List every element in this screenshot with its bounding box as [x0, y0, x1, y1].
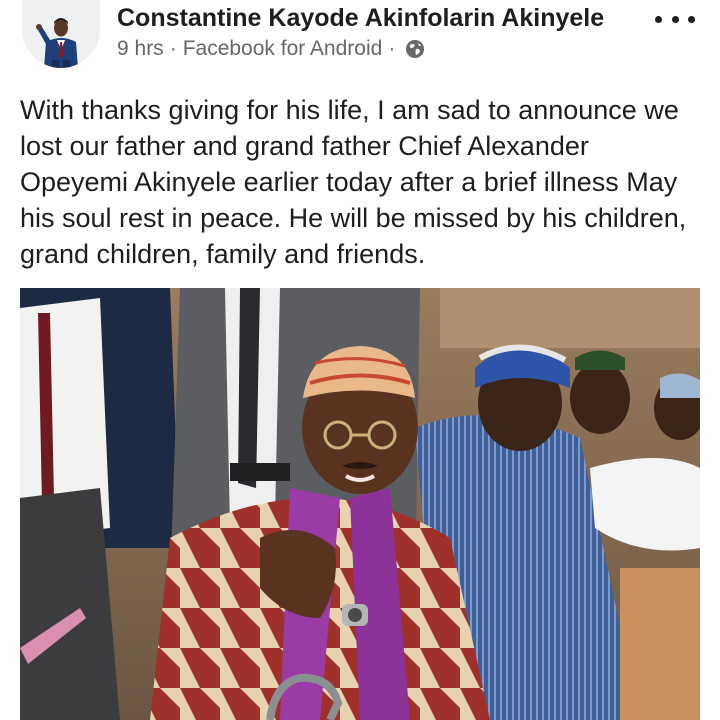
avatar[interactable] — [22, 0, 100, 68]
meta-separator: · — [169, 37, 177, 60]
author-name[interactable]: Constantine Kayode Akinfolarin Akinyele — [117, 4, 604, 33]
more-options-icon[interactable] — [655, 12, 695, 26]
globe-icon[interactable] — [405, 39, 425, 59]
meta-separator: · — [388, 37, 396, 60]
post-body-text: With thanks giving for his life, I am sa… — [20, 95, 687, 269]
post-photo[interactable] — [20, 288, 700, 720]
avatar-image — [22, 0, 100, 68]
post-photo-image — [20, 288, 700, 720]
post-source: Facebook for Android — [182, 37, 383, 60]
post-header: Constantine Kayode Akinfolarin Akinyele … — [0, 0, 720, 86]
post-meta: 9 hrs · Facebook for Android · — [117, 37, 425, 61]
post-time[interactable]: 9 hrs — [117, 37, 164, 61]
